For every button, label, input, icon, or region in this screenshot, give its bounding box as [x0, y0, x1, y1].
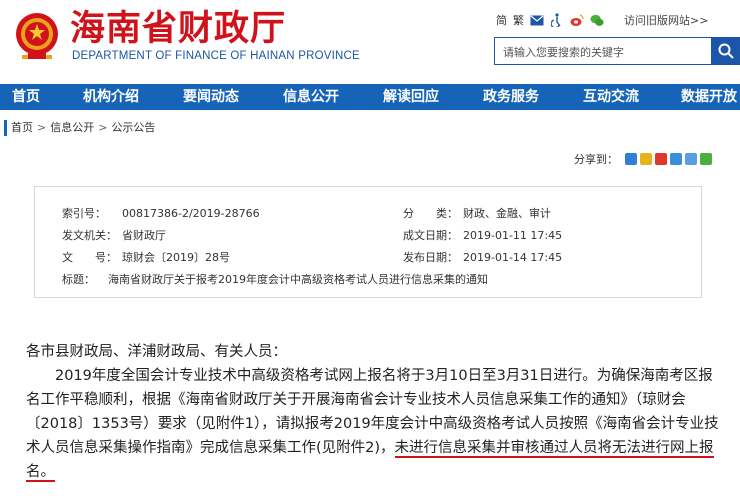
share-label: 分享到：: [574, 153, 618, 166]
share-qzone-icon[interactable]: [640, 153, 652, 165]
traditional-link[interactable]: 繁: [513, 12, 524, 28]
info-index: 索引号： 00817386-2/2019-28766: [62, 207, 260, 220]
old-site-link[interactable]: 访问旧版网站>>: [624, 12, 708, 28]
share-weibo-icon[interactable]: [655, 153, 667, 165]
wechat-icon[interactable]: [590, 13, 604, 27]
paragraph: 2019年度全国会计专业技术中高级资格考试网上报名将于3月10日至3月31日进行…: [26, 364, 726, 484]
nav-open-data[interactable]: 数据开放: [681, 84, 737, 110]
salutation: 各市县财政局、洋浦财政局、有关人员：: [26, 344, 287, 360]
share-renren-icon[interactable]: [685, 153, 697, 165]
nav-home[interactable]: 首页: [12, 84, 40, 110]
breadcrumb-notices[interactable]: 公示公告: [111, 120, 155, 136]
site-header: 海南省财政厅 DEPARTMENT OF FINANCE OF HAINAN P…: [0, 0, 740, 84]
mail-icon[interactable]: [530, 13, 544, 27]
share-wechat-icon[interactable]: [700, 153, 712, 165]
share-bar: 分享到：: [574, 151, 712, 167]
info-published-date: 发布日期： 2019-01-14 17:45: [403, 251, 563, 264]
logo-title: 海南省财政厅: [70, 8, 287, 49]
nav-news[interactable]: 要闻动态: [183, 84, 239, 110]
share-tencent-icon[interactable]: [670, 153, 682, 165]
document-info-box: 索引号： 00817386-2/2019-28766 分 类： 财政、金融、审计 发…: [34, 186, 702, 298]
search-input[interactable]: 请输入您要搜索的关键字: [494, 37, 712, 65]
nav-about[interactable]: 机构介绍: [83, 84, 139, 110]
nav-services[interactable]: 政务服务: [483, 84, 539, 110]
info-title: 标题： 海南省财政厅关于报考2019年度会计中高级资格考试人员进行信息采集的通知: [62, 273, 488, 286]
info-category: 分 类： 财政、金融、审计: [403, 207, 551, 220]
nav-disclosure[interactable]: 信息公开: [283, 84, 339, 110]
main-nav: 首页 机构介绍 要闻动态 信息公开 解读回应 政务服务 互动交流 数据开放: [0, 84, 740, 110]
breadcrumb-home[interactable]: 首页: [11, 120, 33, 136]
share-more-icon[interactable]: [625, 153, 637, 165]
article-body: 各市县财政局、洋浦财政局、有关人员： 2019年度全国会计专业技术中高级资格考试…: [26, 340, 726, 484]
search-icon: [718, 43, 734, 59]
nav-interaction[interactable]: 互动交流: [583, 84, 639, 110]
info-created-date: 成文日期： 2019-01-11 17:45: [403, 229, 563, 242]
breadcrumb-disclosure[interactable]: 信息公开: [50, 120, 94, 136]
weibo-icon[interactable]: [570, 13, 584, 27]
top-links: 简 繁 访问旧版网站>>: [496, 12, 708, 28]
accessibility-icon[interactable]: [550, 13, 564, 27]
national-emblem-icon: [16, 13, 58, 59]
search-button[interactable]: [712, 37, 740, 65]
info-docno: 文 号： 琼财会〔2019〕28号: [62, 251, 230, 264]
nav-interpretation[interactable]: 解读回应: [383, 84, 439, 110]
simplified-link[interactable]: 简: [496, 12, 507, 28]
breadcrumb-separator: >: [98, 121, 108, 134]
breadcrumb-separator: >: [37, 121, 47, 134]
logo-subtitle: DEPARTMENT OF FINANCE OF HAINAN PROVINCE: [72, 50, 360, 62]
info-issuer: 发文机关： 省财政厅: [62, 229, 166, 242]
breadcrumb: 首页 > 信息公开 > 公示公告: [4, 120, 155, 136]
